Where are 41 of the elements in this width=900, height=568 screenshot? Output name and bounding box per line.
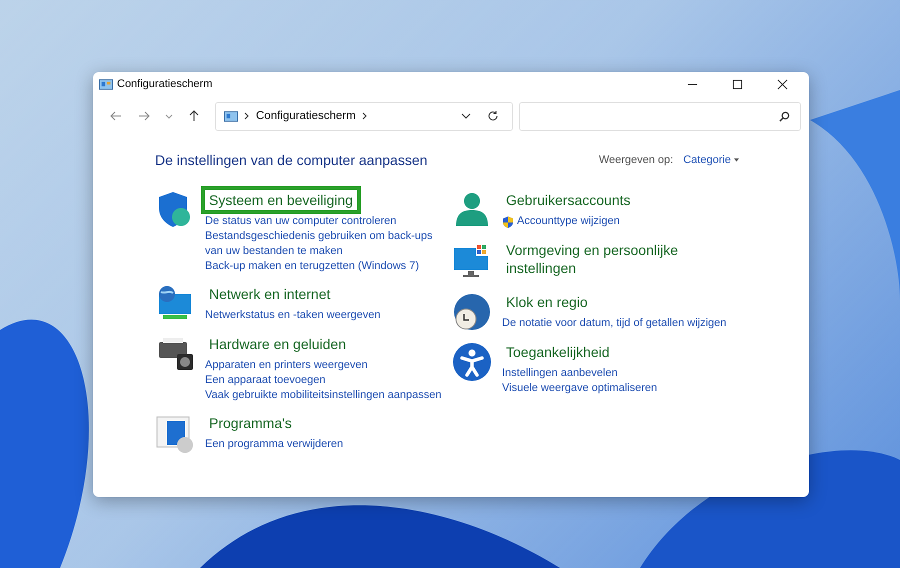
- settings-link[interactable]: Back-up maken en terugzetten (Windows 7): [205, 259, 419, 274]
- accessibility-icon[interactable]: [452, 342, 492, 382]
- settings-link[interactable]: Instellingen aanbevelen: [502, 366, 618, 381]
- back-arrow-icon[interactable]: [110, 110, 122, 122]
- address-bar[interactable]: Configuratiescherm: [215, 102, 513, 130]
- settings-link[interactable]: De notatie voor datum, tijd of getallen wijzigen: [502, 316, 726, 331]
- control-panel-icon: [224, 110, 238, 122]
- chevron-right-icon: [243, 112, 251, 120]
- category-title[interactable]: Netwerk en internet: [201, 280, 338, 308]
- category-title[interactable]: Hardware en geluiden: [201, 330, 354, 358]
- control-panel-icon: [99, 78, 113, 90]
- caret-icon: [734, 158, 739, 162]
- settings-link[interactable]: Een programma verwijderen: [205, 437, 344, 452]
- window-title: Configuratiescherm: [117, 78, 212, 90]
- settings-link[interactable]: Accounttype wijzigen: [517, 214, 620, 229]
- category-title[interactable]: Klok en regio: [498, 288, 596, 316]
- search-icon: [779, 110, 790, 122]
- view-by-dropdown[interactable]: Categorie: [683, 154, 739, 166]
- settings-link[interactable]: De status van uw computer controleren: [205, 214, 396, 229]
- view-by-label: Weergeven op:: [598, 154, 674, 166]
- up-arrow-icon[interactable]: [188, 110, 200, 122]
- breadcrumb[interactable]: Configuratiescherm: [256, 110, 356, 122]
- settings-link[interactable]: Bestandsgeschiedenis gebruiken om back-ups van uw bestanden te maken: [205, 229, 445, 259]
- chevron-right-icon: [360, 112, 369, 120]
- settings-link[interactable]: Visuele weergave optimaliseren: [502, 381, 658, 396]
- close-icon[interactable]: [777, 78, 788, 90]
- category-title[interactable]: Programma's: [201, 409, 300, 437]
- settings-link[interactable]: Vaak gebruikte mobiliteitsinstellingen aanpassen: [205, 388, 442, 403]
- search-field[interactable]: [519, 102, 801, 130]
- settings-link[interactable]: Netwerkstatus en -taken weergeven: [205, 308, 380, 323]
- page-heading: De instellingen van de computer aanpassen: [155, 152, 428, 168]
- maximize-icon[interactable]: [732, 78, 743, 90]
- category-title[interactable]: Systeem en beveiliging: [201, 186, 361, 214]
- settings-link[interactable]: Een apparaat toevoegen: [205, 373, 326, 388]
- globe-clock-icon[interactable]: [452, 292, 492, 332]
- category-title[interactable]: Toegankelijkheid: [498, 338, 618, 366]
- category-title[interactable]: Gebruikersaccounts: [498, 186, 639, 214]
- refresh-icon[interactable]: [487, 110, 499, 122]
- category-title[interactable]: Vormgeving en persoonlijke instellingen: [498, 236, 742, 282]
- forward-arrow-icon[interactable]: [138, 110, 150, 122]
- settings-link[interactable]: Apparaten en printers weergeven: [205, 358, 368, 373]
